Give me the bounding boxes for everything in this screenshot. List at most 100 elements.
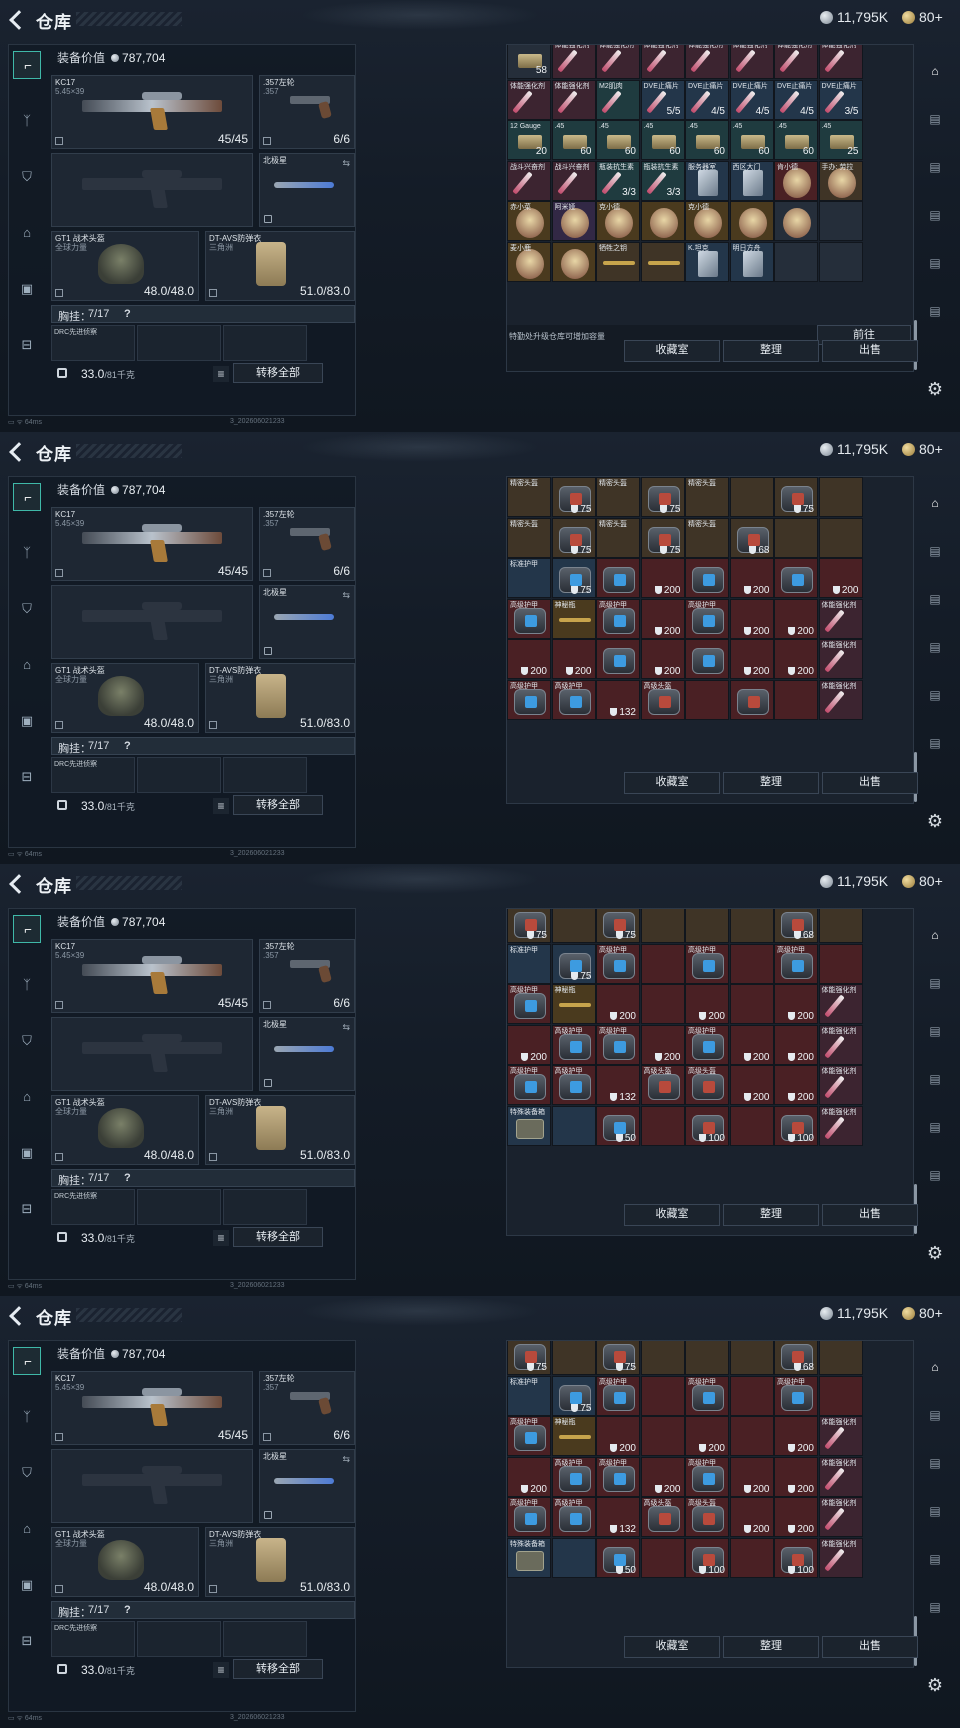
gold-currency[interactable]: 80+ [902, 9, 943, 25]
storage-item[interactable]: 高级护甲 [507, 1065, 551, 1105]
chest-rig-slot[interactable] [223, 757, 307, 793]
chest-rig-item[interactable]: DRC先进侦察 [51, 1621, 135, 1657]
storage-item[interactable]: 68 [729, 517, 774, 558]
back-arrow-icon[interactable] [8, 874, 28, 894]
storage-item[interactable]: DVE止痛片 4/5 [729, 79, 774, 120]
storage-item[interactable]: 高级护甲 [507, 1416, 551, 1456]
case-icon[interactable]: ▤ [922, 1498, 948, 1524]
storage-item[interactable]: 体能强化剂 [818, 1024, 863, 1065]
collection-room-button[interactable]: 收藏室 [624, 772, 720, 794]
storage-item[interactable] [729, 201, 774, 241]
storage-item[interactable] [818, 241, 863, 282]
tab-bag[interactable]: ⌂ [13, 1515, 41, 1543]
primary-weapon-slot[interactable]: KC17 5.45×39 45/45 [51, 507, 253, 581]
storage-item[interactable]: 高级护甲 [596, 598, 640, 639]
storage-item[interactable]: 高级护甲 [507, 1497, 551, 1537]
list-icon[interactable]: ≡ [213, 1230, 229, 1246]
storage-item[interactable]: 100 [685, 1105, 729, 1146]
empty-weapon-slot[interactable] [51, 585, 253, 659]
storage-item[interactable] [640, 1105, 685, 1146]
helmet-slot[interactable]: GT1 战术头盔 全球力量 48.0/48.0 [51, 663, 199, 733]
storage-item[interactable] [685, 558, 729, 598]
storage-item[interactable]: .45 60 [640, 120, 685, 160]
storage-item[interactable]: .45 60 [551, 120, 596, 160]
storage-item[interactable]: 75 [551, 477, 596, 517]
storage-item[interactable]: 132 [596, 1497, 640, 1537]
storage-item[interactable]: 高级护甲 [596, 1024, 640, 1065]
tab-case[interactable]: ▣ [13, 707, 41, 735]
storage-item[interactable]: 75 [507, 1341, 551, 1375]
storage-item[interactable]: 神秘瓶 [551, 1416, 596, 1456]
storage-item[interactable]: 体能强化剂 [596, 45, 640, 79]
primary-weapon-slot[interactable]: KC17 5.45×39 45/45 [51, 939, 253, 1013]
storage-item[interactable]: 战斗兴奋剂 [507, 160, 551, 201]
storage-item[interactable]: 200 [640, 1456, 685, 1497]
storage-item[interactable]: 牺牲之钥 [596, 241, 640, 282]
storage-item[interactable]: 200 [818, 558, 863, 598]
case-icon[interactable]: ▤ [922, 1066, 948, 1092]
storage-item[interactable]: 神秘瓶 [551, 984, 596, 1024]
storage-item[interactable]: 特殊装备箱 [507, 1105, 551, 1146]
chest-rig-item[interactable]: DRC先进侦察 [51, 1189, 135, 1225]
case-icon[interactable]: ▤ [922, 1402, 948, 1428]
chest-rig-item[interactable]: DRC先进侦察 [51, 757, 135, 793]
case-icon[interactable]: ▤ [922, 1594, 948, 1620]
storage-item[interactable]: 200 [596, 1416, 640, 1456]
storage-item[interactable]: 75 [507, 909, 551, 943]
storage-item[interactable]: 瓶装抗生素 3/3 [640, 160, 685, 201]
storage-item[interactable]: 高级护甲 [507, 984, 551, 1024]
storage-item[interactable]: 标准护甲 [507, 943, 551, 984]
storage-item[interactable]: 高级护甲 [685, 1024, 729, 1065]
chest-rig-slot[interactable] [223, 325, 307, 361]
storage-item[interactable] [685, 909, 729, 943]
storage-item[interactable]: 肯小德 [774, 160, 818, 201]
tab-toolbox[interactable]: ⊟ [13, 331, 41, 359]
storage-item[interactable]: 75 [551, 943, 596, 984]
secondary-weapon-slot[interactable]: .357左轮 .357 6/6 [259, 1371, 355, 1445]
storage-item[interactable]: 瓶装抗生素 3/3 [596, 160, 640, 201]
storage-item[interactable]: 高级护甲 [507, 679, 551, 720]
storage-item[interactable]: 75 [640, 517, 685, 558]
storage-item[interactable]: 200 [640, 1024, 685, 1065]
tab-case[interactable]: ▣ [13, 1139, 41, 1167]
backpack-icon[interactable]: ⌂ [922, 490, 948, 516]
tab-bag[interactable]: ⌂ [13, 651, 41, 679]
storage-item[interactable]: 75 [596, 1341, 640, 1375]
storage-item[interactable]: 高级护甲 [551, 1065, 596, 1105]
storage-item[interactable]: 体能强化剂 [551, 45, 596, 79]
collection-room-button[interactable]: 收藏室 [624, 340, 720, 362]
storage-item[interactable]: 200 [729, 1024, 774, 1065]
storage-item[interactable]: 高级护甲 [551, 1456, 596, 1497]
case-icon[interactable]: ▤ [922, 1114, 948, 1140]
storage-item[interactable] [818, 1375, 863, 1416]
storage-item[interactable]: 200 [774, 1497, 818, 1537]
backpack-icon[interactable]: ⌂ [922, 922, 948, 948]
gold-currency[interactable]: 80+ [902, 873, 943, 889]
sort-button[interactable]: 整理 [723, 340, 819, 362]
chest-rig-slot[interactable] [137, 1621, 221, 1657]
storage-item[interactable] [640, 984, 685, 1024]
storage-item[interactable]: 200 [685, 1416, 729, 1456]
storage-item[interactable]: DVE止痛片 3/5 [818, 79, 863, 120]
storage-item[interactable]: DVE止痛片 4/5 [774, 79, 818, 120]
help-icon[interactable]: ? [124, 1604, 131, 1616]
storage-item[interactable]: 标准护甲 [507, 558, 551, 598]
empty-weapon-slot[interactable] [51, 1449, 253, 1523]
tab-vest[interactable]: ᛉ [13, 971, 41, 999]
silver-currency[interactable]: 11,795K [820, 441, 888, 457]
tab-armor[interactable]: ⛉ [13, 1027, 41, 1055]
storage-item[interactable]: 体能强化剂 [818, 1065, 863, 1105]
case-icon[interactable]: ▤ [922, 1018, 948, 1044]
storage-item[interactable] [729, 1105, 774, 1146]
silver-currency[interactable]: 11,795K [820, 873, 888, 889]
storage-item[interactable]: 200 [729, 598, 774, 639]
storage-item[interactable]: 75 [551, 517, 596, 558]
storage-item[interactable]: 200 [774, 1065, 818, 1105]
storage-item[interactable]: .45 60 [685, 120, 729, 160]
swap-icon[interactable]: ⇆ [342, 158, 350, 169]
case-icon[interactable]: ▤ [922, 682, 948, 708]
storage-item[interactable]: 200 [774, 1456, 818, 1497]
storage-item[interactable] [818, 909, 863, 943]
sort-button[interactable]: 整理 [723, 1636, 819, 1658]
sell-button[interactable]: 出售 [822, 772, 918, 794]
